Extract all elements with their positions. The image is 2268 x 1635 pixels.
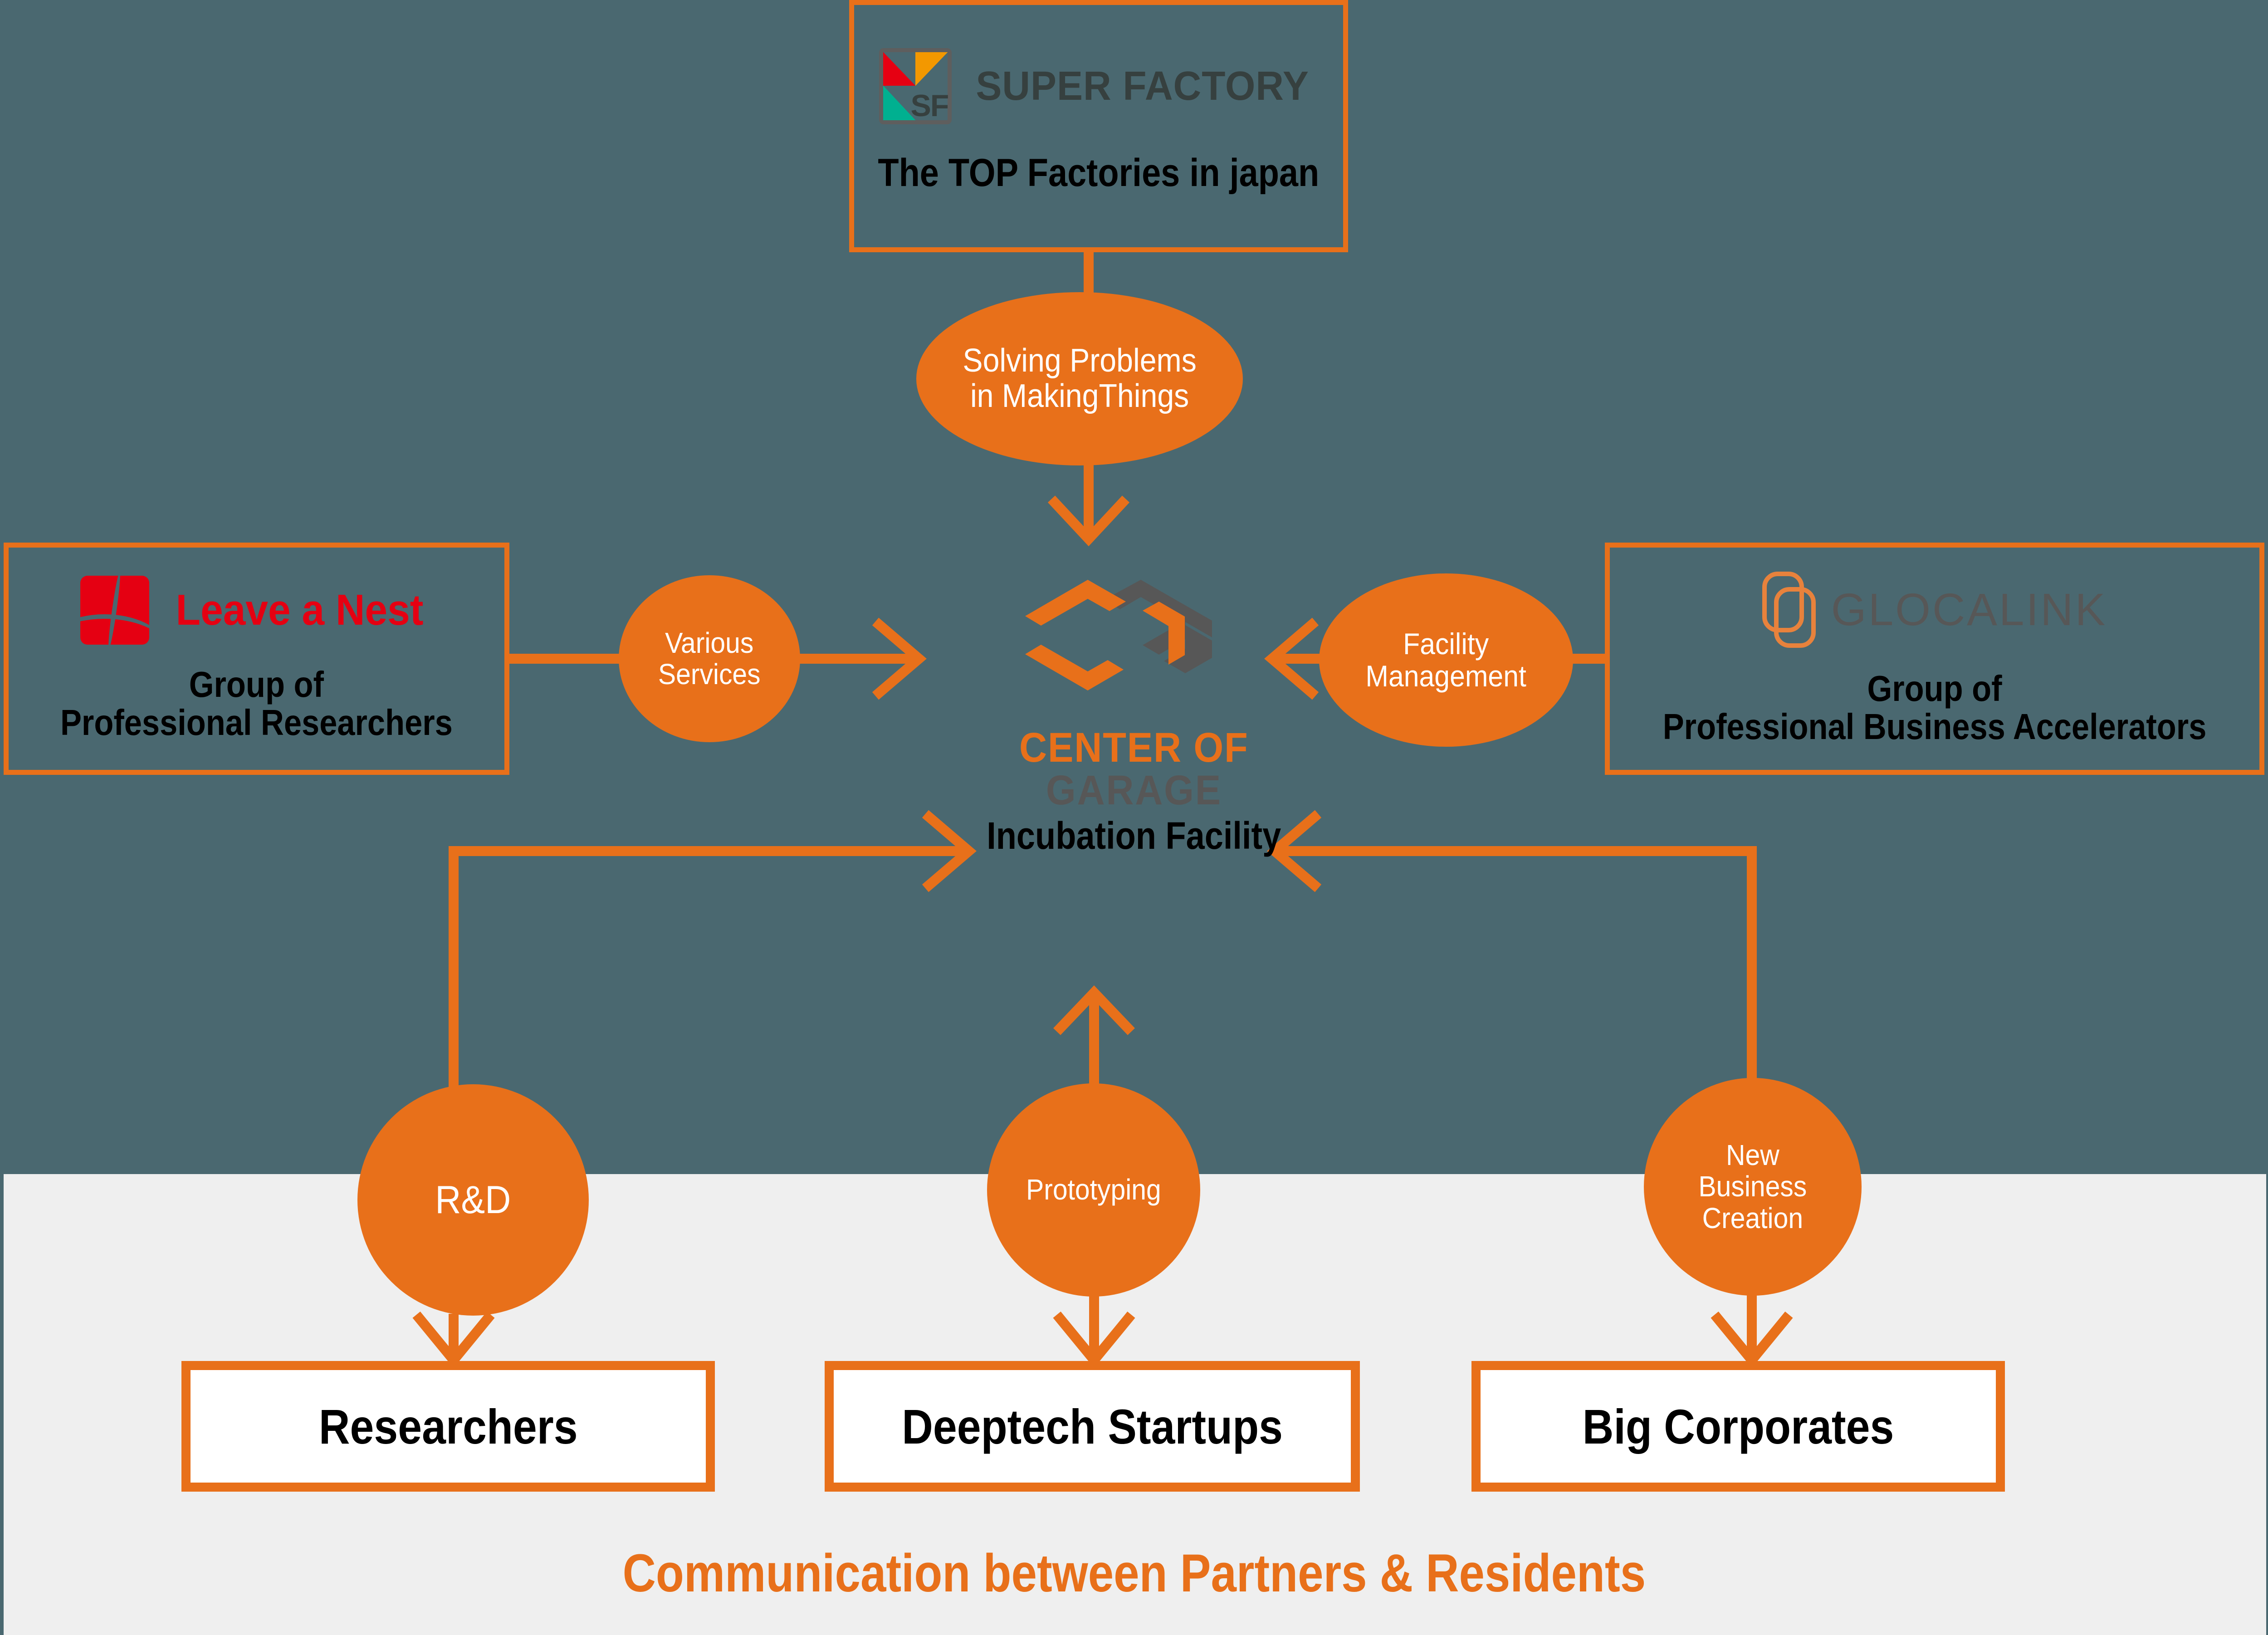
arrowhead-right-center	[872, 617, 927, 700]
solving-problems-line1: Solving Problems	[963, 343, 1197, 379]
glocalink-logo-icon	[1762, 572, 1816, 648]
relation-node-various-services[interactable]: Various Services	[619, 575, 800, 742]
leave-a-nest-caption: Group of Professional Researchers	[60, 666, 453, 742]
new-business-creation-line3: Creation	[1702, 1201, 1804, 1234]
glocalink-caption: Group of Professional Business Accelerat…	[1663, 670, 2207, 746]
cog-orange-top	[1025, 580, 1126, 626]
glocalink-name: GLOCALINK	[1831, 584, 2107, 635]
relation-node-new-business-creation[interactable]: New Business Creation	[1644, 1078, 1862, 1296]
cog-gray-shape	[1104, 580, 1212, 673]
new-business-creation-line1: New	[1726, 1139, 1779, 1172]
various-services-line1: Various	[665, 626, 754, 659]
relation-node-solving-problems[interactable]: Solving Problems in MakingThings	[916, 292, 1243, 465]
prototyping-label: Prototyping	[1026, 1173, 1161, 1206]
partner-card-super-factory[interactable]: SF SUPER FACTORY The TOP Factories in ja…	[849, 0, 1348, 252]
partner-card-glocalink[interactable]: GLOCALINK Group of Professional Business…	[1605, 543, 2264, 775]
glocalink-inner-rounded-rect-icon	[1774, 587, 1816, 648]
center-of-garage-title-line1: CENTER OF	[1019, 724, 1249, 771]
resident-card-deeptech-startups[interactable]: Deeptech Startups	[825, 1361, 1360, 1492]
glocalink-logo-row: GLOCALINK	[1610, 572, 2259, 648]
arrowhead-down-center	[1047, 495, 1130, 547]
solving-problems-line2: in MakingThings	[970, 378, 1189, 414]
relation-node-prototyping[interactable]: Prototyping	[987, 1083, 1200, 1297]
resident-label: Researchers	[318, 1399, 578, 1454]
relation-node-rd[interactable]: R&D	[357, 1084, 589, 1316]
relation-node-facility-management[interactable]: Facility Management	[1319, 573, 1573, 747]
sf-red-triangle-icon	[883, 52, 916, 86]
resident-label: Deeptech Startups	[902, 1399, 1283, 1454]
footer-caption: Communication between Partners & Residen…	[0, 1542, 2268, 1604]
center-of-garage-subtitle: Incubation Facility	[987, 814, 1281, 857]
arrowhead-prototyping-up	[1053, 985, 1135, 1035]
facility-management-line2: Management	[1365, 659, 1527, 693]
wire-rd-to-center	[449, 846, 966, 1089]
sf-orange-triangle-icon	[915, 52, 948, 86]
super-factory-name: SUPER FACTORY	[976, 63, 1310, 109]
leave-a-nest-logo-row: Leave a Nest	[9, 576, 504, 645]
center-of-garage-logo-icon	[1025, 580, 1212, 690]
partner-card-leave-a-nest[interactable]: Leave a Nest Group of Professional Resea…	[4, 543, 509, 775]
cog-orange-bottom	[1025, 645, 1124, 690]
various-services-line2: Services	[658, 658, 761, 690]
center-of-garage-node[interactable]: CENTER OF GARAGE Incubation Facility	[943, 567, 1325, 948]
resident-card-big-corporates[interactable]: Big Corporates	[1471, 1361, 2005, 1492]
sf-logo-icon: SF	[879, 48, 952, 124]
super-factory-logo-row: SF SUPER FACTORY	[854, 48, 1343, 124]
sf-logo-letters: SF	[910, 88, 949, 123]
leave-a-nest-caption-line2: Professional Researchers	[60, 702, 453, 743]
resident-label: Big Corporates	[1582, 1399, 1894, 1454]
super-factory-caption: The TOP Factories in japan	[878, 151, 1320, 195]
facility-management-line1: Facility	[1403, 627, 1489, 661]
resident-card-researchers[interactable]: Researchers	[181, 1361, 715, 1492]
footer-caption-text: Communication between Partners & Residen…	[622, 1543, 1646, 1603]
leave-a-nest-name: Leave a Nest	[176, 586, 424, 634]
glocalink-caption-line2: Professional Business Accelerators	[1662, 706, 2207, 747]
wire-newbiz-to-center	[1277, 846, 1757, 1084]
new-business-creation-line2: Business	[1698, 1170, 1807, 1203]
leave-a-nest-caption-line1: Group of	[189, 664, 324, 705]
glocalink-caption-line1: Group of	[1867, 668, 2002, 709]
rd-label: R&D	[435, 1178, 511, 1222]
leave-a-nest-logo-icon	[80, 576, 149, 645]
center-of-garage-title-line2: GARAGE	[1046, 767, 1222, 813]
diagram-canvas: SF SUPER FACTORY The TOP Factories in ja…	[0, 0, 2268, 1635]
